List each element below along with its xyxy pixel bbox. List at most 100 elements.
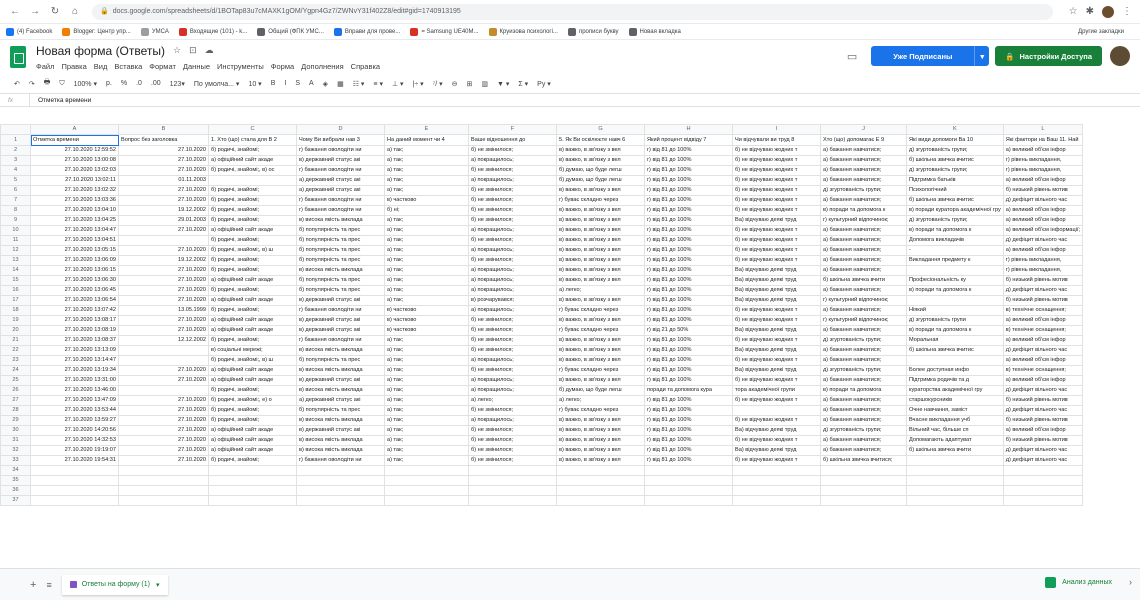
cell[interactable]: 27.10.2020 13:13:09 [30, 345, 119, 356]
cell[interactable]: Допомагають адаптуват [906, 435, 1004, 446]
cell[interactable]: 27.10.2020 [118, 165, 209, 176]
cell[interactable]: Ва) відчуваю деякі труд [732, 265, 821, 276]
cell[interactable]: в) частково [384, 195, 469, 206]
cell[interactable]: д) дефіцит вільного час [1002, 345, 1084, 356]
cell[interactable]: 27.10.2020 13:31:00 [30, 375, 119, 386]
cell[interactable]: - [906, 245, 1004, 256]
cell[interactable]: г) від 81 до 100% [644, 455, 733, 466]
cell[interactable] [384, 495, 469, 506]
cell[interactable]: г) рівень викладання, [1002, 165, 1084, 176]
cell[interactable]: а) офіційний сайт акаде [208, 275, 297, 286]
cell[interactable]: а) бажання навчатися; [820, 395, 907, 406]
cell[interactable] [468, 465, 557, 476]
cell[interactable]: г) від 81 до 100% [644, 435, 733, 446]
home-icon[interactable]: ⌂ [68, 5, 82, 19]
reload-icon[interactable]: ↻ [48, 5, 62, 19]
column-header[interactable]: I [732, 124, 821, 135]
cell[interactable]: б) родичі, знайомі; [208, 415, 297, 426]
column-header[interactable]: C [208, 124, 297, 135]
cell[interactable]: г) від 81 до 100% [644, 335, 733, 346]
cell[interactable]: 27.10.2020 13:04:10 [30, 205, 119, 216]
cell[interactable]: 27.10.2020 [118, 375, 209, 386]
toolbar-button[interactable]: ▦ [337, 80, 344, 88]
cell[interactable]: а) легко; [468, 395, 557, 406]
cell[interactable]: а) бажання навчатися; [820, 145, 907, 156]
cell[interactable]: Психологічний [906, 185, 1004, 196]
cell[interactable]: б) не змінилося; [468, 195, 557, 206]
row-number[interactable]: 30 [0, 425, 31, 436]
cell[interactable]: г) бажання оволодіти ни [296, 455, 385, 466]
cell[interactable]: б) шкільна звичка вчитис [906, 345, 1004, 356]
cell[interactable]: а) так; [384, 225, 469, 236]
cell[interactable]: д) дефіцит вільного час [1002, 285, 1084, 296]
cell[interactable] [208, 465, 297, 476]
cell[interactable]: б) не змінилося; [468, 345, 557, 356]
cell[interactable] [906, 455, 1004, 466]
cell[interactable] [468, 475, 557, 486]
cell[interactable]: в) важко, в зв'язку з вел [556, 425, 645, 436]
cell[interactable]: д) дефіцит вільного час [1002, 385, 1084, 396]
toolbar-button[interactable]: ⊥ ▾ [392, 80, 404, 88]
side-panel-toggle-icon[interactable]: › [1129, 577, 1132, 587]
menu-item[interactable]: Форма [271, 62, 294, 71]
column-header[interactable]: K [906, 124, 1004, 135]
cell[interactable]: 27.10.2020 [118, 145, 209, 156]
cell[interactable]: б) популярність та прес [296, 225, 385, 236]
cell[interactable]: г) від 81 до 100% [644, 165, 733, 176]
cell[interactable]: в) важко, в зв'язку з вел [556, 145, 645, 156]
cell[interactable]: г) від 81 до 100% [644, 415, 733, 426]
row-number[interactable]: 14 [0, 265, 31, 276]
toolbar-button[interactable]: р. [106, 80, 112, 87]
cell[interactable]: а) великий об'єм інфор [1002, 245, 1084, 256]
cell[interactable] [468, 485, 557, 496]
cell[interactable]: 27.10.2020 13:04:51 [30, 235, 119, 246]
cell[interactable]: в) державний статус акі [296, 375, 385, 386]
toolbar-button[interactable]: ≡ ▾ [373, 80, 383, 88]
cell[interactable]: б) низький рівень мотив [1002, 435, 1084, 446]
cell[interactable]: в) важко, в зв'язку з вел [556, 275, 645, 286]
toolbar-button[interactable]: 🖶 [44, 78, 51, 89]
cell[interactable]: г) від 81 до 100% [644, 255, 733, 266]
toolbar-button[interactable]: ☷ ▾ [353, 80, 365, 88]
bookmark-item[interactable]: Общий (ФПК УМС... [257, 27, 324, 36]
cell[interactable]: г) від 81 до 100% [644, 155, 733, 166]
spreadsheet-grid[interactable]: A B C D E F G H I J K L 1 Отметка времени Вопрос без з… [0, 124, 1140, 568]
cell[interactable]: г) від 81 до 100% [644, 245, 733, 256]
cell[interactable] [468, 495, 557, 506]
cell[interactable]: Более доступная инфо [906, 365, 1004, 376]
cell[interactable]: б) родичі, знайомі; [208, 335, 297, 346]
row-number[interactable]: 6 [0, 185, 31, 196]
bookmark-item[interactable]: УМСА [140, 27, 169, 36]
toolbar-button[interactable]: ⊖ [452, 80, 458, 88]
cell[interactable]: а) так; [384, 395, 469, 406]
cell[interactable]: б) родичі, знайомі; [208, 305, 297, 316]
cell[interactable]: а) великий об'єм інфор [1002, 425, 1084, 436]
cell[interactable]: б) не відчуваю жодних т [732, 245, 821, 256]
cell[interactable]: Які види допомоги Ва 10 [906, 134, 1004, 146]
cell[interactable]: а) так; [384, 375, 469, 386]
cell[interactable]: г) культурний відпочинок; [820, 295, 907, 306]
add-sheet-icon[interactable]: + [30, 579, 36, 591]
cell[interactable]: а) так; [384, 385, 469, 396]
cell[interactable]: 27.10.2020 13:53:44 [30, 405, 119, 416]
cell[interactable]: б) не змінилося; [468, 335, 557, 346]
cell[interactable]: 5. Як Ви оскілюєте навч 6 [556, 134, 645, 146]
cell[interactable] [556, 495, 645, 506]
cell[interactable]: а) бажання навчатися; [820, 155, 907, 166]
cell[interactable] [30, 485, 119, 496]
cell[interactable]: в) поради куратора академічної гру [906, 205, 1004, 216]
row-number[interactable]: 1 [0, 134, 31, 146]
cell[interactable] [118, 385, 209, 396]
cell[interactable] [732, 495, 821, 506]
cell[interactable]: кураторства академічної гру [906, 385, 1004, 396]
cell[interactable] [906, 495, 1004, 506]
cell[interactable]: Які фактори на Ваш 11. Най [1002, 134, 1084, 146]
cell[interactable]: б) популярність та прес [296, 255, 385, 266]
menu-item[interactable]: Правка [61, 62, 86, 71]
cell[interactable]: а) легко; [556, 285, 645, 296]
cell[interactable]: 27.10.2020 [118, 315, 209, 326]
cell[interactable]: г) від 81 до 100% [644, 145, 733, 156]
cell[interactable]: Ва) відчуваю деякі труд [732, 215, 821, 226]
bookmark-item[interactable]: = Samsung UE40M... [410, 27, 479, 36]
cell[interactable]: б) не відчуваю жодних т [732, 335, 821, 346]
